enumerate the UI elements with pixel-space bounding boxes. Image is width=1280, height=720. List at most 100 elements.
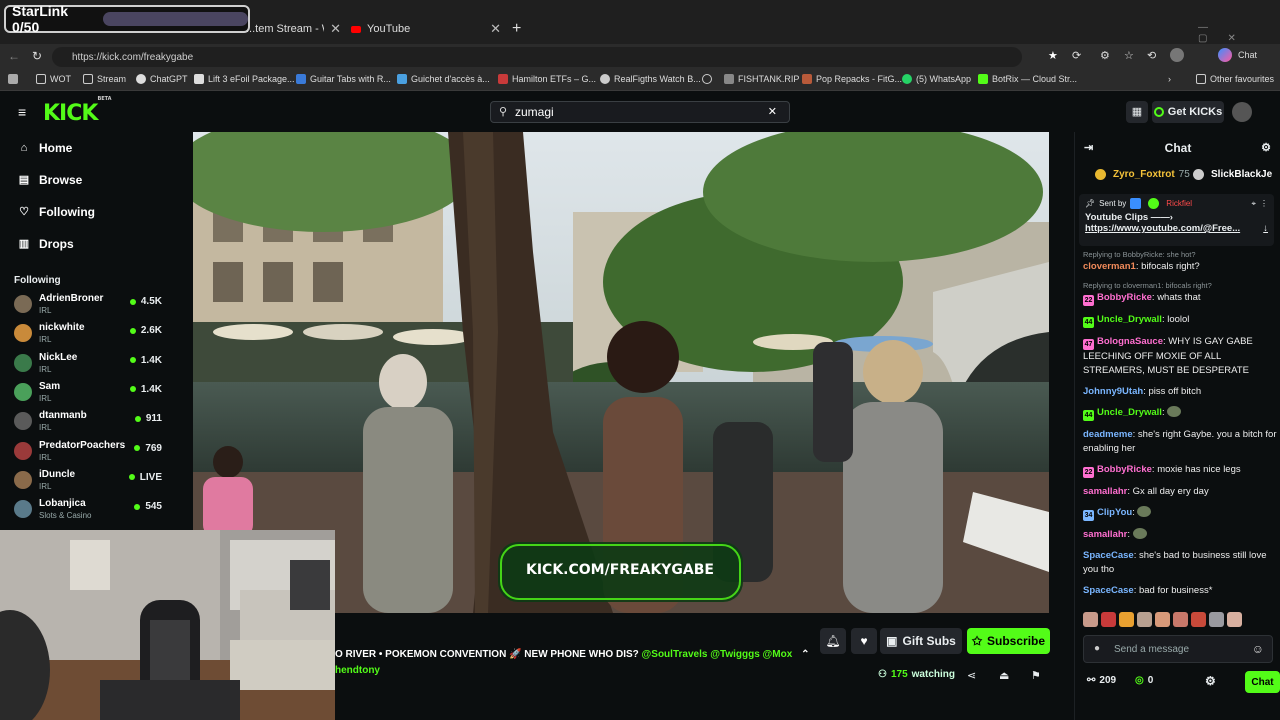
copilot-icon[interactable] xyxy=(1218,48,1232,62)
chat-message[interactable]: deadmeme: she's right Gaybe. you a bitch… xyxy=(1083,428,1277,456)
chat-username[interactable]: samallahr xyxy=(1083,486,1127,497)
bookmark-item[interactable]: WOT xyxy=(36,74,71,84)
favorite-star-icon[interactable]: ★ xyxy=(1048,49,1058,62)
close-tab-icon[interactable]: ✕ xyxy=(330,21,341,37)
browser-tab-youtube[interactable]: YouTube ✕ xyxy=(351,16,501,42)
notification-bell-button[interactable]: 🔔︎ xyxy=(820,628,846,654)
chat-username[interactable]: ClipYou xyxy=(1097,507,1132,518)
following-channel[interactable]: NickLee IRL 1.4K xyxy=(14,350,164,378)
follow-heart-button[interactable]: ♥ xyxy=(851,628,877,654)
window-controls[interactable]: —▢✕ xyxy=(1198,22,1280,44)
user-avatar[interactable] xyxy=(1232,102,1252,122)
chat-username[interactable]: deadmeme xyxy=(1083,429,1133,440)
chat-message[interactable]: 47 BolognaSauce: WHY IS GAY GABE LEECHING… xyxy=(1083,335,1277,378)
emoji-picker-icon[interactable]: ☺ xyxy=(1252,642,1264,656)
sidebar-item-browse[interactable]: ▤ Browse xyxy=(18,173,83,187)
bookmark-item[interactable]: Stream xyxy=(83,74,126,84)
bookmark-item[interactable]: FISHTANK.RIP xyxy=(724,74,799,84)
chat-message[interactable]: Replying to BobbyRicke: she hot? cloverma… xyxy=(1083,250,1277,274)
copilot-chat-label[interactable]: Chat xyxy=(1238,50,1257,60)
bookmark-item[interactable]: BotRix — Cloud Str... xyxy=(978,74,1077,84)
emote-icon[interactable] xyxy=(1137,612,1152,627)
chat-username[interactable]: cloverman1 xyxy=(1083,261,1136,272)
emote-icon[interactable] xyxy=(1083,612,1098,627)
bookmark-item[interactable]: ChatGPT xyxy=(136,74,188,84)
chat-username[interactable]: BolognaSauce xyxy=(1097,336,1163,347)
clip-icon[interactable]: ⏏ xyxy=(999,669,1009,682)
collections-icon[interactable]: ☆ xyxy=(1124,49,1134,62)
chat-message[interactable]: samallahr: Gx all day ery day xyxy=(1083,485,1277,499)
chat-message[interactable]: SpaceCase: bad for business* xyxy=(1083,584,1277,598)
pinned-link[interactable]: https://www.youtube.com/@Free... xyxy=(1085,223,1240,234)
sidebar-item-following[interactable]: ♡ Following xyxy=(18,205,95,219)
chat-username[interactable]: samallahr xyxy=(1083,529,1127,540)
chat-username[interactable]: BobbyRicke xyxy=(1097,464,1152,475)
following-channel[interactable]: AdrienBroner IRL 4.5K xyxy=(14,291,164,319)
chat-message[interactable]: SpaceCase: she's bad to business still l… xyxy=(1083,549,1277,577)
subscribe-button[interactable]: ✩ Subscribe xyxy=(967,628,1050,654)
get-kicks-button[interactable]: Get KICKs xyxy=(1152,101,1224,123)
search-input[interactable]: ⚲ zumagi ✕ xyxy=(490,101,790,123)
kick-logo[interactable]: KICKBETA xyxy=(43,96,112,126)
share-icon[interactable]: ⋖ xyxy=(967,669,976,682)
emote-icon[interactable] xyxy=(1155,612,1170,627)
sidebar-item-home[interactable]: ⌂ Home xyxy=(18,141,73,155)
bookmark-item[interactable]: Lift 3 eFoil Package... xyxy=(194,74,295,84)
chat-message[interactable]: Johnny9Utah: piss off bitch xyxy=(1083,385,1277,399)
following-channel[interactable]: PredatorPoachers IRL 769 xyxy=(14,438,164,466)
bookmark-item[interactable]: Guichet d'accès à... xyxy=(397,74,490,84)
report-icon[interactable]: ⚑ xyxy=(1031,669,1041,682)
collapse-chat-icon[interactable]: ⇥ xyxy=(1084,141,1093,154)
following-channel[interactable]: Sam IRL 1.4K xyxy=(14,379,164,407)
dashboard-icon[interactable]: ▦ xyxy=(1126,101,1148,123)
expand-pinned-icon[interactable]: ↓ xyxy=(1263,223,1268,234)
emote-icon[interactable] xyxy=(1227,612,1242,627)
emote-icon[interactable] xyxy=(1209,612,1224,627)
chat-message[interactable]: 34 ClipYou: xyxy=(1083,506,1277,521)
bookmark-item[interactable]: Pop Repacks - FitG... xyxy=(802,74,902,84)
bookmark-item[interactable]: Guitar Tabs with R... xyxy=(296,74,391,84)
unpin-icon[interactable]: ⌖ xyxy=(1251,199,1256,209)
browser-tab-stream[interactable]: ...tem Stream - Watch L ✕ xyxy=(246,16,341,42)
profile-avatar[interactable] xyxy=(1170,48,1184,62)
collab-name[interactable]: hendtony xyxy=(335,665,380,676)
chat-username[interactable]: SpaceCase xyxy=(1083,585,1134,596)
chat-settings-icon[interactable]: ⚙ xyxy=(1261,141,1271,154)
chat-username[interactable]: Uncle_Drywall xyxy=(1097,407,1162,418)
more-options-icon[interactable]: ⋮ xyxy=(1260,199,1268,208)
chat-username[interactable]: SpaceCase xyxy=(1083,550,1134,561)
chat-username[interactable]: BobbyRicke xyxy=(1097,292,1152,303)
chat-username[interactable]: Uncle_Drywall xyxy=(1097,314,1162,325)
chevron-right-icon[interactable]: › xyxy=(1168,74,1171,84)
settings-icon[interactable]: ⚙ xyxy=(1100,49,1110,62)
url-input[interactable]: https://kick.com/freakygabe xyxy=(52,47,1022,67)
chat-username[interactable]: Johnny9Utah xyxy=(1083,386,1143,397)
close-tab-icon[interactable]: ✕ xyxy=(490,21,501,37)
following-channel[interactable]: nickwhite IRL 2.6K xyxy=(14,320,164,348)
bookmark-item[interactable]: (5) WhatsApp xyxy=(902,74,971,84)
chat-message[interactable]: 44 Uncle_Drywall: xyxy=(1083,406,1277,421)
gifter-item[interactable]: SlickBlackJe xyxy=(1193,169,1272,180)
emote-icon[interactable] xyxy=(1101,612,1116,627)
clear-search-icon[interactable]: ✕ xyxy=(768,105,777,118)
bookmark-item[interactable]: RealFigths Watch B... xyxy=(600,74,701,84)
other-favourites[interactable]: Other favourites xyxy=(1196,74,1274,84)
chat-message[interactable]: Replying to cloverman1: bifocals right? 2… xyxy=(1083,281,1277,306)
bookmark-item[interactable] xyxy=(702,74,716,84)
history-icon[interactable]: ⟲ xyxy=(1147,49,1156,62)
chat-message[interactable]: 44 Uncle_Drywall: loolol xyxy=(1083,313,1277,328)
new-tab-button[interactable]: + xyxy=(512,16,521,42)
emote-icon[interactable] xyxy=(1191,612,1206,627)
back-icon[interactable]: ← xyxy=(8,49,20,63)
chevron-up-icon[interactable]: ⌃ xyxy=(801,649,809,660)
chat-gear-icon[interactable]: ⚙ xyxy=(1205,674,1216,688)
following-channel[interactable]: Lobanjica Slots & Casino 545 xyxy=(14,496,164,524)
send-chat-button[interactable]: Chat xyxy=(1245,671,1280,693)
gift-subs-button[interactable]: ▣ Gift Subs xyxy=(880,628,962,654)
following-channel[interactable]: iDuncle IRL LIVE xyxy=(14,467,164,495)
hamburger-menu-icon[interactable]: ≡ xyxy=(18,104,26,120)
reload-icon[interactable]: ↻ xyxy=(32,49,42,63)
stream-title-mentions[interactable]: @SoulTravels @Twigggs @Mox xyxy=(642,649,793,660)
extensions-icon[interactable]: ⟳ xyxy=(1072,49,1081,62)
emote-icon[interactable] xyxy=(1173,612,1188,627)
